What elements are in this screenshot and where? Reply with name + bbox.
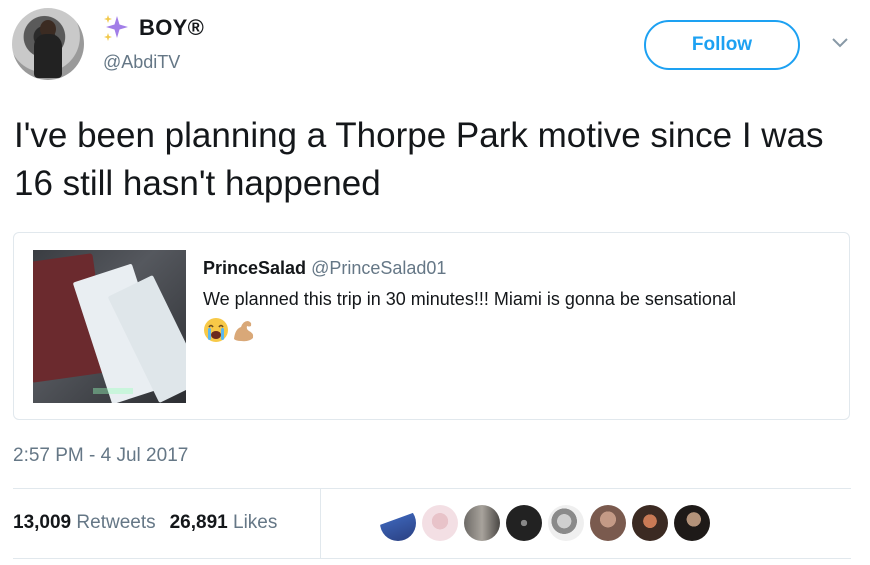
divider	[13, 488, 851, 489]
liker-avatars	[380, 505, 710, 541]
liker-avatar[interactable]	[548, 505, 584, 541]
retweets-label: Retweets	[76, 512, 156, 533]
avatar-figure	[34, 34, 62, 78]
liker-avatar[interactable]	[422, 505, 458, 541]
tweet-stats: 13,009 Retweets 26,891 Likes	[13, 512, 277, 534]
quoted-author-name: PrinceSalad	[203, 258, 307, 278]
quoted-tweet-text: We planned this trip in 30 minutes!!! Mi…	[203, 289, 736, 309]
divider	[13, 558, 851, 559]
author-avatar[interactable]	[12, 8, 84, 80]
quoted-author-handle: @PrinceSalad01	[311, 258, 447, 278]
crying-face-icon	[204, 318, 228, 342]
liker-avatar[interactable]	[380, 505, 416, 541]
retweets-count: 13,009	[13, 512, 72, 533]
follow-button[interactable]: Follow	[644, 20, 800, 70]
author-name-row: BOY®	[101, 13, 204, 43]
liker-avatar[interactable]	[632, 505, 668, 541]
likes-label: Likes	[233, 512, 278, 533]
quoted-tweet-header: PrinceSalad @PrinceSalad01	[203, 258, 446, 279]
liker-avatar[interactable]	[590, 505, 626, 541]
sparkles-icon	[104, 15, 128, 41]
chevron-down-icon[interactable]	[830, 36, 850, 50]
flexed-biceps-icon	[234, 321, 254, 342]
liker-avatar[interactable]	[674, 505, 710, 541]
tweet-text: I've been planning a Thorpe Park motive …	[14, 116, 824, 203]
liker-avatar[interactable]	[506, 505, 542, 541]
image-detail	[93, 388, 133, 394]
author-handle[interactable]: @AbdiTV	[103, 52, 180, 73]
divider	[320, 489, 321, 558]
likes-count: 26,891	[169, 512, 228, 533]
quoted-tweet-image	[33, 250, 186, 403]
likes-stat[interactable]: 26,891 Likes	[170, 512, 278, 534]
tweet-timestamp[interactable]: 2:57 PM - 4 Jul 2017	[13, 445, 188, 467]
liker-avatar[interactable]	[464, 505, 500, 541]
retweets-stat[interactable]: 13,009 Retweets	[13, 512, 156, 534]
author-display-name[interactable]: BOY®	[139, 15, 204, 41]
quoted-tweet-card[interactable]: PrinceSalad @PrinceSalad01 We planned th…	[13, 232, 850, 420]
quoted-tweet-emojis	[203, 317, 257, 343]
